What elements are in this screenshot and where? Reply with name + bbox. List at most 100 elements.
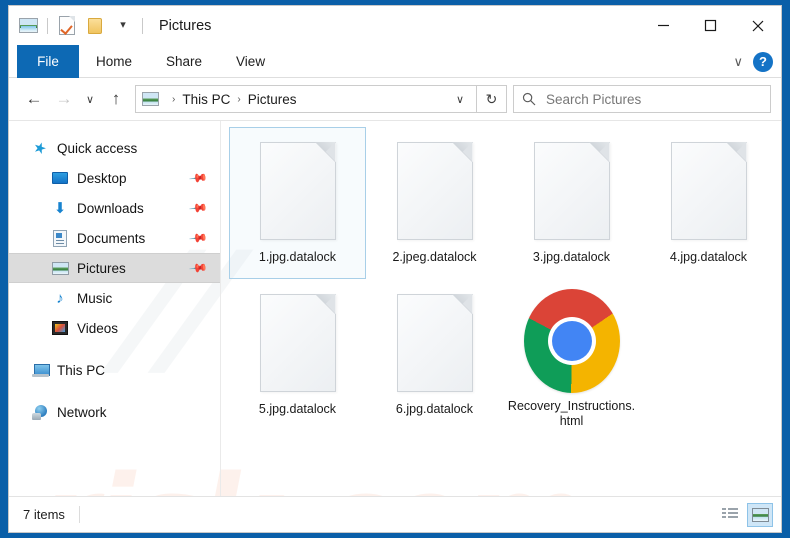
- large-icons-view-button[interactable]: [747, 502, 773, 527]
- tab-view[interactable]: View: [219, 45, 282, 78]
- file-name: 6.jpg.datalock: [395, 402, 474, 416]
- file-icon: [250, 288, 346, 398]
- expand-ribbon-chevron-down-icon[interactable]: ∨: [733, 54, 743, 70]
- page-fold-icon: [314, 294, 336, 315]
- file-item[interactable]: 4.jpg.datalock: [640, 127, 777, 279]
- window-title: Pictures: [159, 17, 212, 34]
- pin-icon[interactable]: 📌: [188, 198, 208, 218]
- file-name: 4.jpg.datalock: [669, 250, 748, 264]
- this-pc-icon: [31, 361, 50, 379]
- chrome-html-icon: [523, 289, 620, 394]
- page-fold-icon: [451, 142, 473, 163]
- sidebar-item-quick-access[interactable]: ★ Quick access: [9, 133, 220, 163]
- customize-qat-button[interactable]: ▾: [110, 13, 136, 39]
- file-icon: [250, 136, 346, 246]
- breadcrumb-item-this-pc[interactable]: This PC: [182, 92, 230, 107]
- generic-file-icon: [533, 142, 610, 240]
- file-name: 3.jpg.datalock: [532, 250, 611, 264]
- refresh-button[interactable]: ↻: [477, 85, 507, 113]
- file-item[interactable]: 2.jpeg.datalock: [366, 127, 503, 279]
- pin-icon[interactable]: 📌: [188, 258, 208, 278]
- recent-locations-chevron-down-icon[interactable]: ∨: [79, 84, 101, 114]
- search-box[interactable]: Search Pictures: [513, 85, 771, 113]
- sidebar-item-pictures[interactable]: Pictures 📌: [9, 253, 220, 283]
- sidebar-item-videos[interactable]: Videos: [9, 313, 220, 343]
- generic-file-icon: [396, 294, 473, 392]
- page-fold-icon: [314, 142, 336, 163]
- file-item[interactable]: 6.jpg.datalock: [366, 279, 503, 431]
- status-bar: 7 items: [9, 496, 781, 532]
- close-button[interactable]: [734, 6, 781, 45]
- desktop-icon: [51, 169, 69, 187]
- tab-file[interactable]: File: [17, 45, 79, 78]
- toolbar-divider: [47, 17, 48, 34]
- music-icon: ♪: [56, 289, 64, 307]
- help-button[interactable]: ?: [753, 51, 773, 72]
- file-item[interactable]: Recovery_Instructions.html: [503, 279, 640, 431]
- file-icon: [523, 288, 620, 395]
- properties-button[interactable]: [54, 13, 80, 39]
- network-icon: [31, 403, 49, 421]
- sidebar-item-this-pc[interactable]: This PC: [9, 355, 220, 385]
- file-icon: [387, 288, 483, 398]
- sidebar-item-label: Videos: [77, 320, 119, 336]
- search-icon: [522, 92, 536, 106]
- item-count: 7 items: [23, 507, 65, 522]
- up-button[interactable]: ↑: [101, 84, 131, 114]
- sidebar-item-label: Network: [57, 404, 107, 420]
- sidebar-item-network[interactable]: Network: [9, 397, 220, 427]
- sidebar-item-music[interactable]: ♪ Music: [9, 283, 220, 313]
- quick-access-toolbar: ▾: [9, 13, 147, 39]
- generic-file-icon: [670, 142, 747, 240]
- navigation-pane: ★ Quick access Desktop 📌 ⬇ Downloads 📌 D…: [9, 121, 221, 496]
- maximize-button[interactable]: [687, 6, 734, 45]
- ribbon-tab-bar: File Home Share View ∨ ?: [9, 45, 781, 78]
- status-divider: [78, 506, 80, 523]
- file-list-view[interactable]: 1.jpg.datalock 2.jpeg.datalock 3.jpg.dat…: [221, 121, 781, 496]
- sidebar-item-label: Downloads: [77, 200, 144, 216]
- sidebar-item-downloads[interactable]: ⬇ Downloads 📌: [9, 193, 220, 223]
- chevron-down-icon: ▾: [120, 19, 126, 31]
- breadcrumb-item-pictures[interactable]: Pictures: [248, 92, 297, 107]
- tab-home[interactable]: Home: [79, 45, 149, 78]
- new-folder-icon: [88, 17, 102, 34]
- sidebar-item-documents[interactable]: Documents 📌: [9, 223, 220, 253]
- generic-file-icon: [259, 142, 336, 240]
- breadcrumb-separator-0: ›: [172, 93, 176, 105]
- file-icon: [661, 136, 757, 246]
- new-folder-button[interactable]: [82, 13, 108, 39]
- file-item[interactable]: 3.jpg.datalock: [503, 127, 640, 279]
- pin-icon[interactable]: 📌: [188, 228, 208, 248]
- file-name: 2.jpeg.datalock: [392, 250, 477, 264]
- documents-icon: [51, 229, 69, 247]
- screen: ▾ Pictures File Home Share View ∨ ? ← → …: [0, 0, 790, 538]
- pin-icon[interactable]: 📌: [188, 168, 208, 188]
- file-name: Recovery_Instructions.html: [507, 398, 636, 429]
- forward-button[interactable]: →: [49, 84, 79, 114]
- sidebar-item-label: Documents: [77, 230, 146, 246]
- breadcrumb-dropdown-chevron-down-icon[interactable]: ∨: [450, 93, 470, 106]
- breadcrumb[interactable]: › This PC › Pictures ∨: [135, 85, 477, 113]
- sidebar-item-desktop[interactable]: Desktop 📌: [9, 163, 220, 193]
- properties-icon: [59, 16, 75, 35]
- file-item[interactable]: 1.jpg.datalock: [229, 127, 366, 279]
- tab-share[interactable]: Share: [149, 45, 219, 78]
- details-view-button[interactable]: [717, 503, 743, 527]
- minimize-button[interactable]: [640, 6, 687, 45]
- breadcrumb-pictures-icon: [142, 92, 159, 106]
- window-controls: [640, 6, 781, 45]
- window-menu-pictures-icon[interactable]: [15, 13, 41, 39]
- file-icon: [524, 136, 620, 246]
- star-icon: ★: [30, 137, 50, 159]
- search-input[interactable]: Search Pictures: [546, 92, 641, 107]
- file-grid: 1.jpg.datalock 2.jpeg.datalock 3.jpg.dat…: [229, 127, 781, 431]
- toolbar-divider-2: [142, 17, 143, 34]
- download-icon: ⬇: [53, 199, 67, 217]
- sidebar-item-label: Pictures: [77, 260, 126, 276]
- back-button[interactable]: ←: [19, 84, 49, 114]
- pictures-icon: [51, 259, 69, 277]
- file-item[interactable]: 5.jpg.datalock: [229, 279, 366, 431]
- breadcrumb-separator-1[interactable]: ›: [237, 94, 240, 105]
